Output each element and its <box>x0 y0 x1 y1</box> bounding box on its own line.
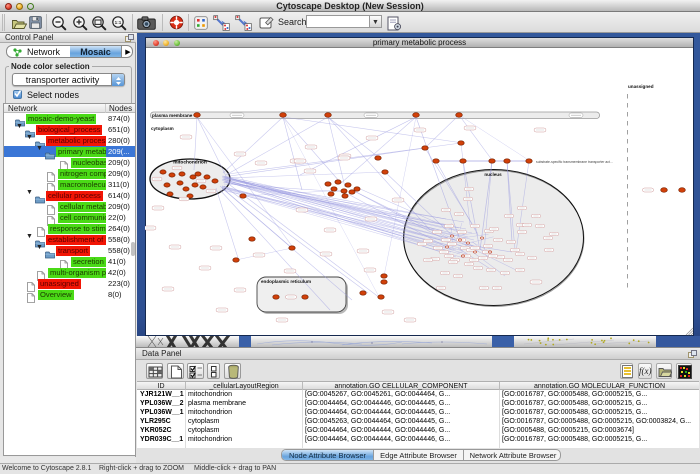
svg-text:nucleus: nucleus <box>484 172 502 177</box>
svg-text:plasma membrane: plasma membrane <box>152 113 193 118</box>
svg-text:mitochondrion: mitochondrion <box>173 160 207 166</box>
svg-text:cytoplasm: cytoplasm <box>151 126 174 131</box>
svg-text:endoplasmic reticulum: endoplasmic reticulum <box>261 279 311 284</box>
svg-text:substrate-specific transmembra: substrate-specific transmembrane transpo… <box>536 160 613 164</box>
svg-text:unassigned: unassigned <box>628 84 654 89</box>
svg-text:1:1: 1:1 <box>115 20 122 25</box>
